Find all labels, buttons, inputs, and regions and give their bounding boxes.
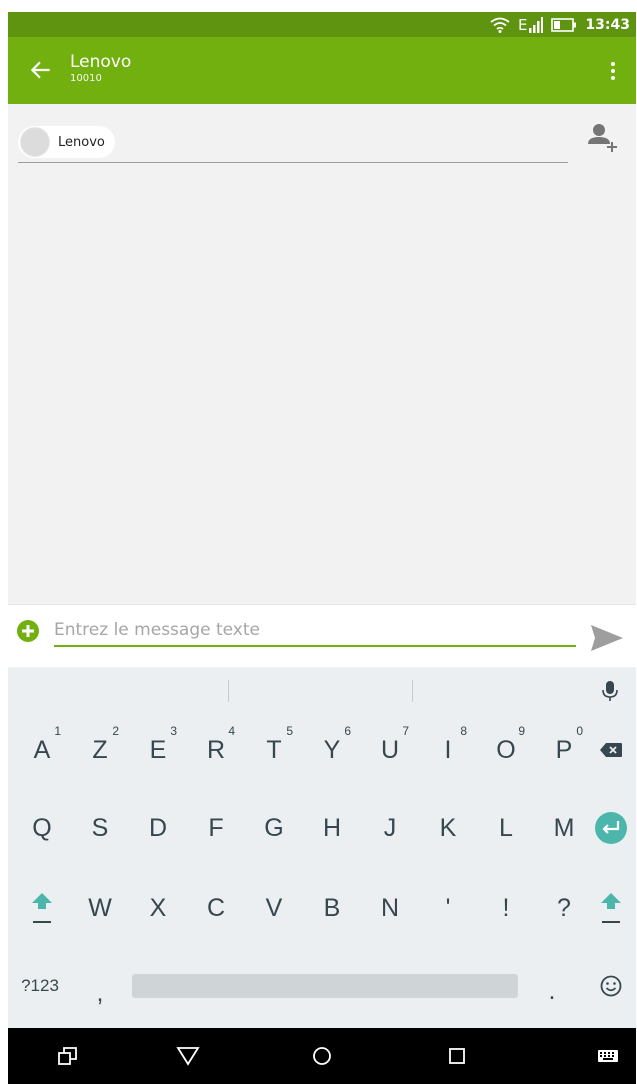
key-r[interactable]: R4 <box>187 718 245 782</box>
key-j[interactable]: J <box>361 796 419 860</box>
key-s[interactable]: S <box>71 796 129 860</box>
key-n[interactable]: N <box>361 876 419 940</box>
key-l[interactable]: L <box>477 796 535 860</box>
space-key[interactable] <box>132 974 518 998</box>
key-label: R <box>206 735 226 764</box>
key-hint: 4 <box>228 724 235 738</box>
key-y[interactable]: Y6 <box>303 718 361 782</box>
key-w[interactable]: W <box>71 876 129 940</box>
key-hint: 8 <box>460 724 467 738</box>
key-i[interactable]: I8 <box>419 718 477 782</box>
key-exclamation[interactable]: ! <box>477 876 535 940</box>
key-period[interactable]: . <box>523 954 581 1018</box>
add-circle-icon[interactable] <box>16 619 40 643</box>
key-h[interactable]: H <box>303 796 361 860</box>
key-label: A <box>33 735 51 764</box>
key-a[interactable]: A1 <box>13 718 71 782</box>
suggestion-divider <box>412 680 413 702</box>
key-comma[interactable]: , <box>71 954 129 1018</box>
key-b[interactable]: B <box>303 876 361 940</box>
navigation-bar <box>8 1028 636 1084</box>
key-label: Z <box>92 735 108 764</box>
shift-key-right[interactable] <box>582 876 636 940</box>
signal-icon <box>529 16 544 33</box>
status-bar: E 13:43 <box>8 12 636 37</box>
key-label: I <box>444 735 452 764</box>
suggestion-strip <box>8 668 636 714</box>
key-row-1: A1 Z2 E3 R4 T5 Y6 U7 I8 O9 P0 <box>8 718 636 782</box>
key-f[interactable]: F <box>187 796 245 860</box>
key-c[interactable]: C <box>187 876 245 940</box>
mic-icon[interactable] <box>602 680 618 702</box>
key-hint: 9 <box>518 724 525 738</box>
key-v[interactable]: V <box>245 876 303 940</box>
key-label: E <box>149 735 167 764</box>
network-type-label: E <box>517 15 528 34</box>
home-circle-icon[interactable] <box>310 1044 334 1068</box>
recipient-chip[interactable]: Lenovo <box>18 126 115 158</box>
key-hint: 7 <box>402 724 409 738</box>
battery-icon <box>551 17 577 32</box>
key-k[interactable]: K <box>419 796 477 860</box>
key-q[interactable]: Q <box>13 796 71 860</box>
overview-square-icon[interactable] <box>445 1044 469 1068</box>
shift-icon <box>32 893 52 923</box>
backspace-icon <box>600 743 622 757</box>
contact-number: 10010 <box>70 73 102 84</box>
key-row-3: W X C V B N ' ! ? <box>8 876 636 940</box>
key-hint: 5 <box>286 724 293 738</box>
emoji-icon <box>600 975 622 997</box>
keyboard-switch-icon[interactable] <box>596 1044 620 1068</box>
soft-keyboard: A1 Z2 E3 R4 T5 Y6 U7 I8 O9 P0 Q S D F G <box>8 668 636 1028</box>
key-u[interactable]: U7 <box>361 718 419 782</box>
contact-name: Lenovo <box>70 52 132 72</box>
more-vert-icon[interactable] <box>608 60 618 82</box>
key-label: Y <box>323 735 341 764</box>
backspace-key[interactable] <box>582 718 636 782</box>
emoji-key[interactable] <box>582 954 636 1018</box>
key-t[interactable]: T5 <box>245 718 303 782</box>
key-label: U <box>380 735 400 764</box>
back-arrow-icon[interactable] <box>28 57 54 83</box>
conversation-header: Lenovo 10010 <box>70 52 131 86</box>
key-o[interactable]: O9 <box>477 718 535 782</box>
shift-key-left[interactable] <box>13 876 71 940</box>
status-time: 13:43 <box>585 16 630 33</box>
symbols-key[interactable]: ?123 <box>12 954 68 1018</box>
back-triangle-icon[interactable] <box>176 1044 200 1068</box>
key-g[interactable]: G <box>245 796 303 860</box>
compose-bar <box>8 604 636 667</box>
key-hint: 1 <box>54 724 61 738</box>
enter-key[interactable] <box>582 796 636 860</box>
recipient-chip-label: Lenovo <box>58 134 105 150</box>
send-icon[interactable] <box>590 623 624 653</box>
key-hint: 2 <box>112 724 119 738</box>
conversation-toolbar: Lenovo 10010 <box>8 37 636 104</box>
key-label: O <box>496 735 516 764</box>
recipient-field[interactable]: Lenovo <box>18 126 568 163</box>
suggestion-divider <box>228 680 229 702</box>
key-d[interactable]: D <box>129 796 187 860</box>
message-input[interactable] <box>54 615 576 647</box>
key-row-2: Q S D F G H J K L M <box>8 796 636 860</box>
key-hint: 3 <box>170 724 177 738</box>
key-label: T <box>266 735 282 764</box>
key-apostrophe[interactable]: ' <box>419 876 477 940</box>
key-z[interactable]: Z2 <box>71 718 129 782</box>
key-e[interactable]: E3 <box>129 718 187 782</box>
contact-avatar-icon <box>20 127 50 157</box>
messaging-screen: E 13:43 Lenovo 10010 Lenovo Entrez le me… <box>8 12 636 1084</box>
add-contact-icon[interactable] <box>586 120 620 154</box>
status-icons: E 13:43 <box>490 12 630 37</box>
shift-icon <box>601 893 621 923</box>
enter-icon <box>595 812 627 844</box>
recent-apps-icon[interactable] <box>56 1044 80 1068</box>
key-label: P <box>555 735 573 764</box>
key-hint: 6 <box>344 724 351 738</box>
key-x[interactable]: X <box>129 876 187 940</box>
wifi-icon <box>490 17 510 33</box>
